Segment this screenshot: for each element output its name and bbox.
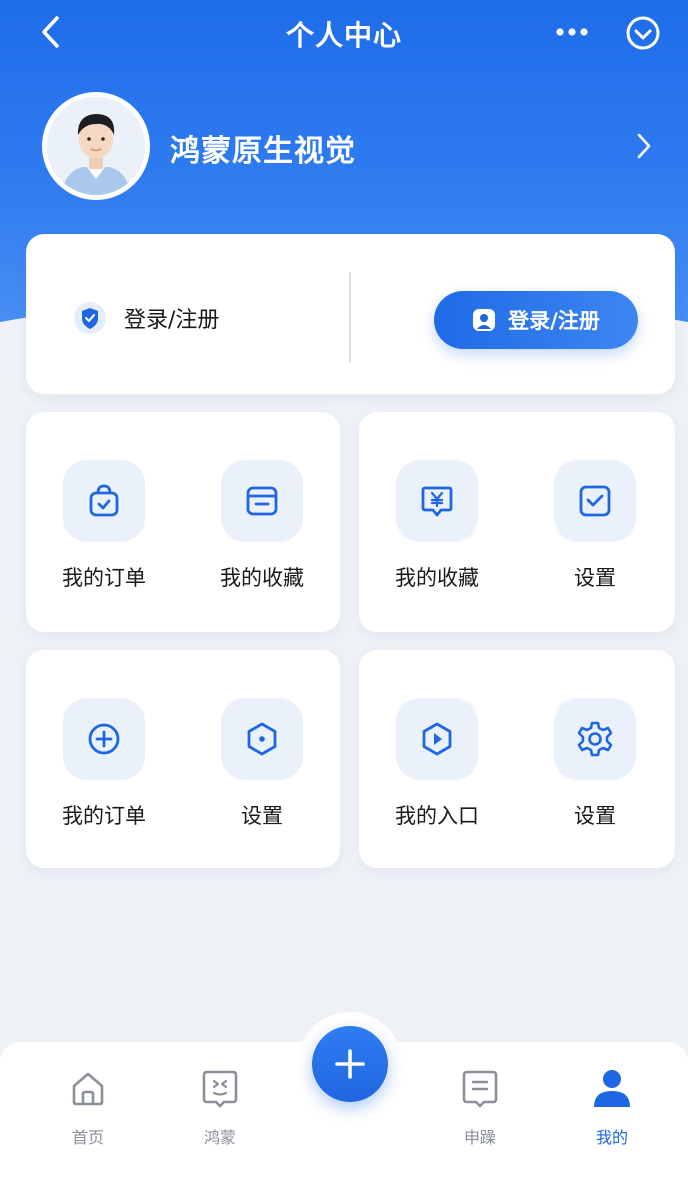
hexagon-play-icon (422, 722, 452, 756)
chevron-right-icon (637, 133, 651, 159)
gear-icon (577, 721, 613, 757)
more-dots-icon (556, 28, 588, 36)
login-register-button[interactable]: 登录/注册 (434, 291, 638, 349)
avatar[interactable] (42, 92, 150, 200)
feature-card-1: 我的订单 我的收藏 (26, 412, 340, 632)
plus-circle-icon (88, 723, 120, 755)
feature-card-4: 我的入口 设置 (359, 650, 675, 868)
feature-label: 设置 (574, 566, 616, 590)
profile-arrow[interactable] (630, 128, 658, 164)
more-button[interactable] (552, 12, 592, 52)
feature-label: 我的入口 (395, 804, 479, 828)
feature-label: 我的订单 (62, 804, 146, 828)
profile-screen: 个人中心 鸿蒙原生视觉 登录/注册 登录/注册 我的订单 我的收藏 我的收藏 设… (0, 0, 688, 1179)
feature-item-my-favorites-2[interactable]: 我的收藏 (377, 460, 497, 592)
feature-item-my-entry[interactable]: 我的入口 (377, 698, 497, 830)
login-status[interactable]: 登录/注册 (74, 302, 219, 334)
tab-application[interactable]: 申躁 (440, 1066, 520, 1148)
feature-label: 设置 (574, 804, 616, 828)
tab-label: 鸿蒙 (203, 1128, 236, 1147)
feature-card-3: 我的订单 设置 (26, 650, 340, 868)
check-circle-icon (626, 16, 660, 50)
tab-label: 申躁 (463, 1128, 496, 1147)
nav-bar: 个人中心 (0, 0, 688, 66)
feature-item-settings-3[interactable]: 设置 (535, 698, 655, 830)
login-register-label: 登录/注册 (508, 309, 600, 333)
home-icon (72, 1072, 104, 1106)
tab-home[interactable]: 首页 (48, 1066, 128, 1148)
check-circle-button[interactable] (624, 14, 662, 52)
profile-name[interactable]: 鸿蒙原生视觉 (170, 126, 356, 170)
login-status-label: 登录/注册 (124, 308, 220, 333)
feature-item-settings-2[interactable]: 设置 (202, 698, 322, 830)
add-button[interactable] (312, 1026, 388, 1102)
tab-label: 我的 (595, 1128, 628, 1147)
hexagon-dot-icon (247, 722, 277, 756)
folder-icon (246, 486, 278, 516)
feature-item-my-orders-2[interactable]: 我的订单 (44, 698, 164, 830)
feature-label: 设置 (241, 804, 283, 828)
tab-harmony[interactable]: 鸿蒙 (180, 1066, 260, 1148)
tab-label: 首页 (71, 1128, 104, 1147)
smile-tag-icon (202, 1070, 238, 1108)
avatar-portrait (47, 97, 145, 195)
home-indicator-area (0, 1166, 688, 1179)
bag-check-icon (89, 484, 119, 517)
feature-item-my-orders[interactable]: 我的订单 (44, 460, 164, 592)
divider (349, 272, 351, 362)
feature-label: 我的订单 (62, 566, 146, 590)
checkbox-icon (579, 485, 611, 517)
feature-item-settings[interactable]: 设置 (535, 460, 655, 592)
feature-label: 我的收藏 (220, 566, 304, 590)
user-icon (594, 1070, 630, 1107)
feature-label: 我的收藏 (395, 566, 479, 590)
feature-item-my-favorites[interactable]: 我的收藏 (202, 460, 322, 592)
document-icon (462, 1070, 498, 1108)
login-card: 登录/注册 登录/注册 (26, 234, 675, 394)
feature-card-2: 我的收藏 设置 (359, 412, 675, 632)
plus-icon (335, 1049, 365, 1079)
user-badge-icon (473, 309, 496, 331)
yuan-chat-icon (421, 486, 453, 517)
shield-icon (74, 302, 106, 334)
tab-mine[interactable]: 我的 (572, 1066, 652, 1148)
